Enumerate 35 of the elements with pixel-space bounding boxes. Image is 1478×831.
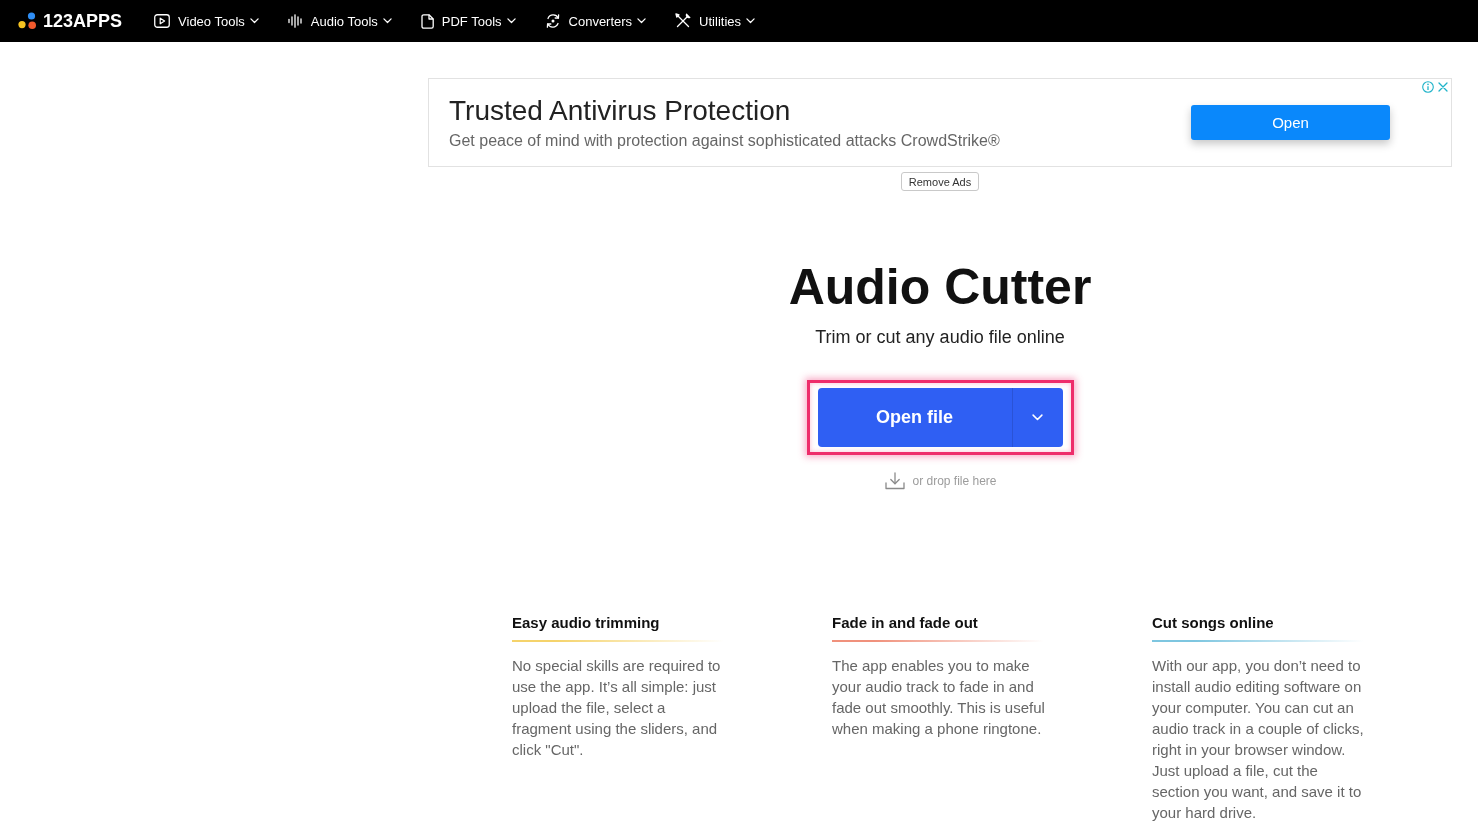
logo-link[interactable]: 123APPS	[18, 10, 123, 32]
play-icon	[154, 14, 171, 28]
feature-heading: Fade in and fade out	[832, 613, 979, 633]
drop-file-hint: or drop file here	[912, 473, 997, 490]
nav-menu-item[interactable]: Converters	[544, 13, 647, 29]
ad-text: Get peace of mind with protection against sophisticated attacks CrowdStrike®	[449, 132, 1000, 150]
feature-description: The app enables you to make your audio track to fade in and fade out smoothly. This is useful when making a phone ringtone.	[832, 656, 1046, 739]
open-file-button[interactable]: Open file	[817, 388, 1063, 447]
feature-description: With our app, you don’t need to install audio editing software on your computer. You can cut an audio track in a couple of clicks, right in your browser window. Just upload a file, cut the section you want, and save it to your hard drive.	[1152, 656, 1365, 823]
document-icon	[420, 13, 434, 29]
ad-title: Trusted Antivirus Protection	[449, 95, 791, 126]
page-subtitle: Trim or cut any audio file online	[815, 326, 1065, 348]
feature-heading: Easy audio trimming	[512, 613, 661, 633]
feature-heading: Cut songs online	[1152, 613, 1275, 633]
nav-menu-item[interactable]: Audio Tools	[287, 13, 392, 29]
chevron-down-icon	[249, 18, 259, 24]
info-icon[interactable]	[1422, 81, 1434, 93]
download-icon	[885, 472, 906, 490]
chevron-down-icon	[746, 18, 755, 24]
ad-open-button[interactable]: Open	[1191, 105, 1390, 140]
sound-wave-icon	[287, 14, 303, 28]
nav-menu-item[interactable]: PDF Tools	[420, 13, 516, 29]
page-title: Audio Cutter	[788, 258, 1092, 317]
chevron-down-icon	[637, 18, 647, 24]
chevron-down-icon	[382, 18, 392, 24]
nav-menu-item[interactable]: Video Tools	[154, 13, 259, 29]
close-icon[interactable]	[1438, 82, 1448, 92]
chevron-down-icon	[506, 18, 516, 24]
remove-ads-button[interactable]: Remove Ads	[900, 172, 980, 191]
feature-description: No special skills are required to use the app. It’s all simple: just upload the file, select a fragment using the sliders, and click "Cut".	[512, 656, 722, 760]
crossed-tools-icon	[675, 13, 692, 29]
nav-menu-item[interactable]: Utilities	[675, 13, 755, 29]
circular-arrows-icon	[544, 13, 561, 29]
chevron-down-icon	[1032, 414, 1043, 421]
colored-dots-icon	[18, 12, 37, 30]
